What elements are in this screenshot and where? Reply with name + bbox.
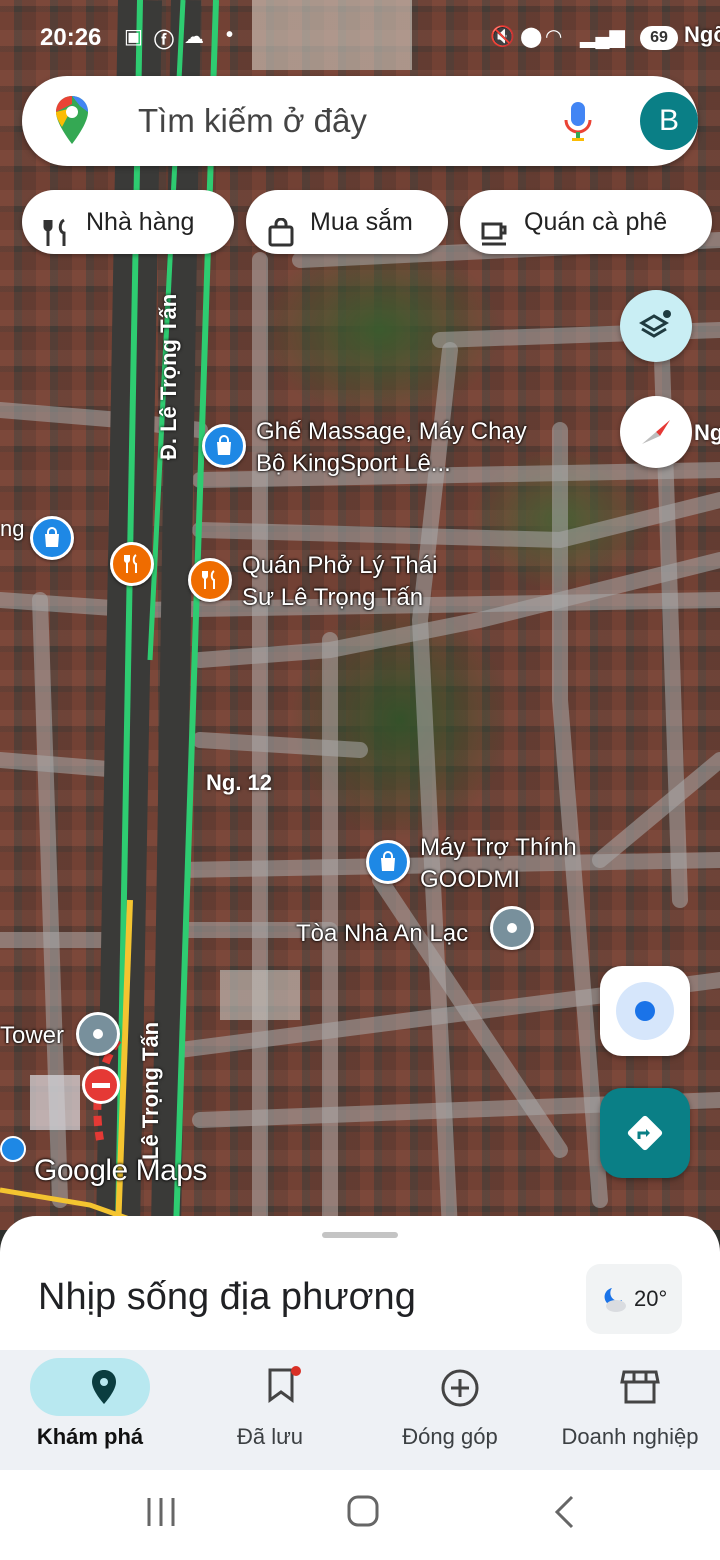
poi-pho-label: Quán Phở Lý Thái Sư Lê Trọng Tấn [242,552,438,611]
chip-coffee-label: Quán cà phê [524,208,668,236]
bottom-sheet[interactable]: Nhịp sống địa phương 20° [0,1216,720,1356]
poi-an-lac-label: Tòa Nhà An Lạc [296,920,469,947]
nav-contribute-label: Đóng góp [402,1424,498,1449]
microphone-icon[interactable] [562,100,594,149]
home-icon[interactable] [346,1494,380,1533]
nav-explore-label: Khám phá [36,1424,144,1449]
shop-marker-goodmi[interactable] [366,840,410,884]
google-maps-logo-icon [54,94,90,151]
restaurant-marker-left[interactable] [110,542,154,586]
google-maps-watermark: Google Maps [34,1154,207,1187]
weather-chip[interactable]: 20° [586,1264,682,1334]
bus-stop-icon [0,1136,26,1162]
facebook-icon: ⓕ [154,30,174,52]
chip-shopping-label: Mua sắm [310,208,413,236]
restaurant-marker-pho[interactable] [188,558,232,602]
wifi-icon: ◠ [546,26,562,48]
road-label-ng-12: Ng. 12 [206,770,273,795]
poi-tower-label: Tower [0,1022,65,1049]
search-input[interactable]: Tìm kiếm ở đây [138,102,367,140]
battery-indicator: 69 [640,26,678,50]
location-icon: ⬤ [520,26,543,48]
poi-tower[interactable]: Tower [0,1020,64,1052]
road-label-le-trong-tan-2: Lê Trọng Tấn [138,1021,163,1160]
status-edge-label: Ngõ [684,22,720,47]
shopping-bag-icon [266,208,296,272]
my-location-button[interactable] [600,966,690,1056]
fork-knife-icon [42,208,72,272]
compass-icon [638,414,674,455]
nav-saved[interactable]: Đã lưu [180,1350,360,1470]
layers-icon [638,306,676,349]
nav-business[interactable]: Doanh nghiệp [540,1350,720,1470]
bookmark-icon [254,1366,314,1424]
account-avatar[interactable]: B [640,92,698,150]
poi-pho-ly-thai-su[interactable]: Quán Phở Lý Thái Sư Lê Trọng Tấn [242,550,462,614]
poi-kingsport[interactable]: Ghế Massage, Máy Chạy Bộ KingSport Lê... [256,416,556,480]
poi-goodmi[interactable]: Máy Trợ Thính GOODMI [420,832,600,896]
place-marker-tower[interactable] [76,1012,120,1056]
signal-icon: ▂▄▆ [580,26,625,48]
road-label-left: ng [0,516,25,541]
status-time: 20:26 [40,24,102,51]
bottom-navigation: Khám phá Đã lưu Đóng góp Doanh nghiệp [0,1350,720,1470]
system-navigation-bar [0,1470,720,1560]
recent-apps-icon[interactable] [146,1496,176,1533]
search-bar[interactable]: Tìm kiếm ở đây B [22,76,698,166]
poi-an-lac[interactable]: Tòa Nhà An Lạc [296,918,468,950]
chip-coffee[interactable]: Quán cà phê [460,190,712,254]
storefront-icon [610,1368,670,1426]
back-icon[interactable] [552,1494,576,1535]
cloud-icon: ☁ [184,26,204,48]
place-marker-an-lac[interactable] [490,906,534,950]
nav-contribute[interactable]: Đóng góp [360,1350,540,1470]
road-label-ng-6: Ng. 6 [694,420,720,445]
poi-goodmi-label: Máy Trợ Thính GOODMI [420,834,577,893]
night-cloud-icon [598,1284,628,1320]
shop-marker-left[interactable] [30,516,74,560]
shop-marker-kingsport[interactable] [202,424,246,468]
map-pin-icon [74,1368,134,1426]
sheet-title: Nhịp sống địa phương [38,1276,416,1318]
chip-shopping[interactable]: Mua sắm [246,190,448,254]
poi-kingsport-label: Ghế Massage, Máy Chạy Bộ KingSport Lê... [256,418,527,477]
maps-screen: Đ. Lê Trọng Tấn Lê Trọng Tấn Ng. 12 Ng. … [0,0,720,1560]
status-bar: 20:26 ▣ ⓕ ☁ • 🔇 ⬤ ◠ ▂▄▆ 69 Ngõ [0,0,720,72]
mute-icon: 🔇 [490,26,515,48]
sheet-drag-handle[interactable] [322,1232,398,1238]
temperature: 20° [634,1286,668,1311]
no-entry-icon [82,1066,120,1104]
coffee-cup-icon [480,208,510,272]
compass-button[interactable] [620,396,692,468]
nav-saved-label: Đã lưu [236,1424,304,1449]
layers-button[interactable] [620,290,692,362]
chip-restaurants[interactable]: Nhà hàng [22,190,234,254]
add-circle-icon [430,1368,490,1426]
directions-button[interactable] [600,1088,690,1178]
chip-restaurants-label: Nhà hàng [86,208,195,236]
nav-explore[interactable]: Khám phá [0,1350,180,1470]
dot-icon: • [226,24,234,46]
directions-icon [626,1114,664,1157]
nav-business-label: Doanh nghiệp [561,1424,699,1449]
road-label-le-trong-tan-1: Đ. Lê Trọng Tấn [156,293,181,460]
screenshot-icon: ▣ [124,26,143,48]
my-location-icon [616,982,674,1040]
